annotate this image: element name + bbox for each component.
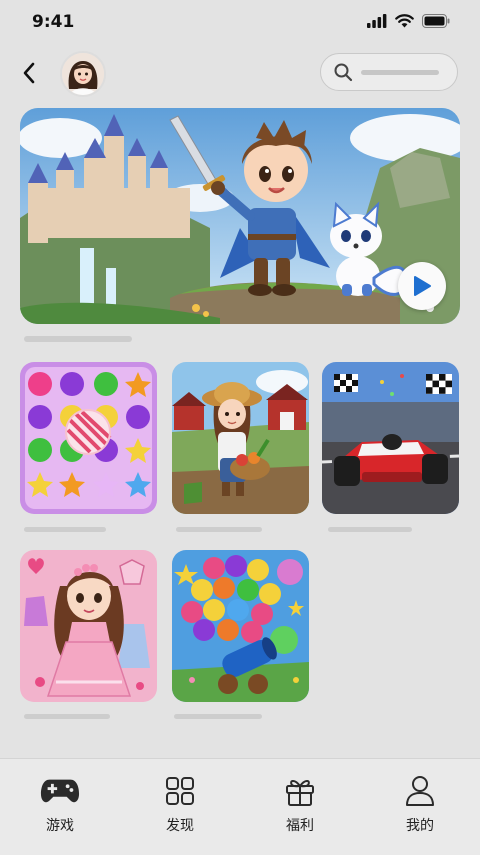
play-icon [414,276,431,296]
status-bar: 9:41 [0,0,480,46]
status-icons [367,14,450,28]
signal-icon [367,14,387,28]
banner-title-placeholder [24,336,132,342]
game-title-placeholder [176,527,262,532]
play-button[interactable] [398,262,446,310]
search-icon [334,63,353,82]
tab-label: 游戏 [46,818,74,834]
game-title-placeholder [328,527,412,532]
bottom-tab-bar: 游戏 发现 福利 我的 [0,758,480,855]
game-tile-dressup[interactable] [20,550,157,702]
gift-icon [286,780,314,806]
racing-game-icon [322,362,459,514]
grid-icon [166,777,194,805]
tab-games[interactable]: 游戏 [0,759,120,855]
dress-up-game-icon [20,550,157,702]
search-bar[interactable] [320,53,458,91]
game-title-placeholder [24,527,106,532]
game-tile-racing[interactable] [322,362,459,514]
person-icon [406,776,434,806]
featured-banner[interactable] [20,108,460,324]
wifi-icon [395,14,414,28]
tab-label: 福利 [286,818,314,834]
game-title-placeholder [174,714,262,719]
battery-icon [422,14,450,28]
gamepad-icon [40,779,80,803]
tab-label: 我的 [406,818,434,834]
bubble-shooter-game-icon [172,550,309,702]
candy-match-game-icon [20,362,157,514]
farm-game-icon [172,362,309,514]
back-button[interactable] [14,58,44,88]
game-tile-farm[interactable] [172,362,309,514]
game-tile-candy[interactable] [20,362,157,514]
tab-label: 发现 [166,818,194,834]
search-placeholder-bar [361,69,439,75]
status-time: 9:41 [32,12,75,32]
chevron-left-icon [23,62,35,84]
tab-discover[interactable]: 发现 [120,759,240,855]
tab-profile[interactable]: 我的 [360,759,480,855]
tab-welfare[interactable]: 福利 [240,759,360,855]
game-title-placeholder [24,714,110,719]
user-avatar[interactable] [60,51,106,97]
featured-game-artwork [20,108,460,324]
game-tile-bubble[interactable] [172,550,309,702]
